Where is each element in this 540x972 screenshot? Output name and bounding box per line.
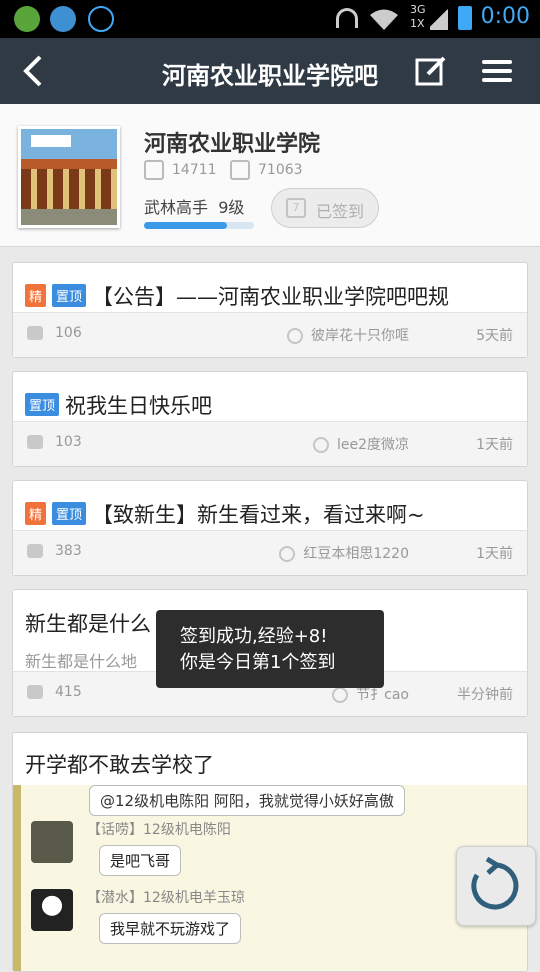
- thread-footer: 106 彼岸花十只你哐 5天前: [13, 312, 527, 357]
- essence-badge: 精: [25, 284, 47, 307]
- thread-author[interactable]: lee2度微凉: [312, 434, 409, 454]
- chat-bubble: 是吧飞哥: [99, 845, 182, 876]
- edit-post-icon[interactable]: [414, 54, 448, 88]
- thread-footer: 103 lee2度微凉 1天前: [13, 421, 527, 466]
- comment-icon: [27, 685, 43, 699]
- essence-badge: 精: [25, 502, 47, 525]
- toast-line-2: 你是今日第1个签到: [180, 652, 336, 673]
- chat-bubble: @12级机电陈阳 阿阳，我就觉得小妖好高傲: [89, 785, 405, 816]
- thread-time: 1天前: [476, 546, 513, 562]
- wifi-icon: [370, 9, 398, 30]
- refresh-button[interactable]: [456, 846, 536, 926]
- forum-avatar[interactable]: [18, 126, 120, 228]
- pinned-badge: 置顶: [25, 393, 60, 416]
- clock: 0:00: [480, 4, 530, 29]
- calendar-icon: 7: [286, 198, 306, 218]
- post-count: 71063: [230, 160, 303, 180]
- refresh-icon: [471, 856, 519, 910]
- page-title: 河南农业职业学院吧: [162, 62, 378, 90]
- network-1x-label: 1X: [410, 17, 425, 30]
- chat-sender: 【潜水】12级机电羊玉琼: [87, 890, 245, 906]
- chat-sender: 【话唠】12级机电陈阳: [87, 822, 231, 838]
- post-count-icon: [230, 160, 250, 180]
- pinned-badge: 置顶: [52, 502, 87, 525]
- comment-count: 383: [27, 543, 82, 559]
- network-3g-label: 3G: [410, 3, 426, 16]
- thread-footer: 383 红豆本相思1220 1天前: [13, 530, 527, 575]
- comment-count: 103: [27, 434, 82, 450]
- penguin-avatar-icon: [31, 889, 73, 931]
- battery-icon: [458, 6, 472, 30]
- qq-icon: [88, 6, 114, 32]
- status-bar: 3G 1X 0:00: [0, 0, 540, 38]
- member-count: 14711: [144, 160, 217, 180]
- thread-title: 【致新生】新生看过来，看过来啊~: [92, 503, 425, 527]
- pinned-badge: 置顶: [52, 284, 87, 307]
- member-icon: [144, 160, 164, 180]
- thread-abstract: 新生都是什么地: [25, 652, 138, 671]
- comment-icon: [27, 435, 43, 449]
- title-bar: 河南农业职业学院吧: [0, 38, 540, 104]
- exp-progress-fill: [144, 222, 227, 229]
- thread-title: 祝我生日快乐吧: [65, 394, 213, 418]
- forum-header: 河南农业职业学院 14711 71063 武林高手 9级 7 已签到: [0, 104, 540, 247]
- thread-time: 半分钟前: [457, 687, 513, 703]
- thread-author[interactable]: 彼岸花十只你哐: [287, 325, 409, 345]
- signal-icon: [430, 6, 448, 30]
- thread-time: 5天前: [476, 328, 513, 344]
- comment-icon: [27, 544, 43, 558]
- thread-author[interactable]: 红豆本相思1220: [279, 543, 409, 563]
- user-icon: [287, 328, 303, 344]
- thread-image[interactable]: @12级机电陈阳 阿阳，我就觉得小妖好高傲 【话唠】12级机电陈阳 是吧飞哥 【…: [13, 785, 527, 971]
- forum-name: 河南农业职业学院: [144, 132, 321, 157]
- thread-item[interactable]: 精置顶 【公告】——河南农业职业学院吧吧规 106 彼岸花十只你哐 5天前: [12, 262, 528, 358]
- user-icon: [279, 546, 296, 562]
- chat-avatar: [31, 821, 73, 863]
- thread-item[interactable]: 开学都不敢去学校了 @12级机电陈阳 阿阳，我就觉得小妖好高傲 【话唠】12级机…: [12, 732, 528, 972]
- comment-count: 415: [27, 684, 82, 700]
- thread-title: 【公告】——河南农业职业学院吧吧规: [92, 285, 450, 309]
- signed-in-button[interactable]: 7 已签到: [271, 188, 379, 228]
- comment-count: 106: [27, 325, 82, 341]
- exp-progress-bar: [144, 222, 254, 229]
- headphones-icon: [336, 8, 358, 28]
- user-icon: [312, 437, 329, 453]
- thread-title: 新生都是什么: [25, 612, 151, 636]
- menu-icon[interactable]: [480, 54, 514, 88]
- app-plus-icon: [14, 6, 40, 32]
- chat-bubble: 我早就不玩游戏了: [99, 913, 242, 944]
- signed-in-label: 已签到: [316, 202, 365, 221]
- thread-item[interactable]: 精置顶 【致新生】新生看过来，看过来啊~ 383 红豆本相思1220 1天前: [12, 480, 528, 576]
- user-level: 武林高手 9级: [144, 198, 245, 217]
- comment-icon: [27, 326, 43, 340]
- toast-line-1: 签到成功,经验+8!: [180, 626, 328, 647]
- sign-in-toast: 签到成功,经验+8! 你是今日第1个签到: [156, 610, 384, 688]
- user-icon: [332, 687, 349, 703]
- thread-time: 1天前: [476, 437, 513, 453]
- k-app-icon: [50, 6, 76, 32]
- thread-title: 开学都不敢去学校了: [25, 753, 214, 777]
- thread-item[interactable]: 置顶 祝我生日快乐吧 103 lee2度微凉 1天前: [12, 371, 528, 467]
